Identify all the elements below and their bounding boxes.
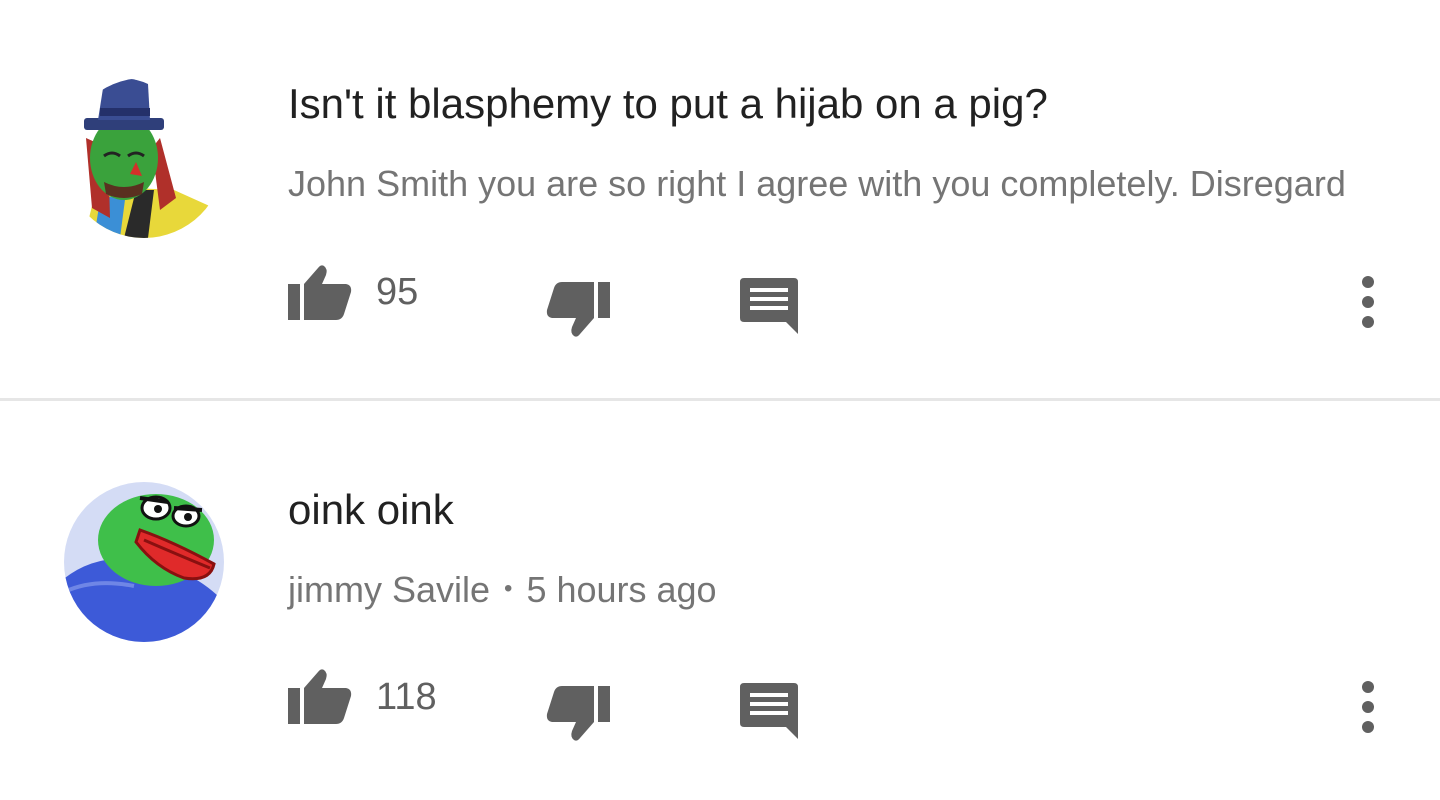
thumbs-up-icon[interactable] [288,262,352,320]
thumbs-down-icon[interactable] [546,686,610,744]
comment-meta-text: John Smith you are so right I agree with… [288,163,1346,204]
timestamp: 5 hours ago [526,569,717,610]
comment-meta: jimmy Savile • 5 hours ago [288,567,717,612]
comment-item: oink oink jimmy Savile • 5 hours ago 118 [0,401,1440,800]
meta-separator: • [504,575,513,602]
comment-item: Isn't it blasphemy to put a hijab on a p… [0,0,1440,399]
top-hat-clown-avatar-icon[interactable] [64,78,224,238]
green-frog-avatar-icon[interactable] [64,482,224,642]
comment-text: oink oink [288,486,454,533]
thumbs-up-icon[interactable] [288,666,352,724]
comment-bubble-icon[interactable] [740,683,798,739]
comment-text: Isn't it blasphemy to put a hijab on a p… [288,80,1048,127]
author-name[interactable]: jimmy Savile [288,569,490,610]
like-count: 95 [376,271,419,313]
thumbs-down-icon[interactable] [546,282,610,340]
comment-meta: John Smith you are so right I agree with… [288,162,1346,206]
comment-bubble-icon[interactable] [740,278,798,334]
more-vertical-icon[interactable] [1350,274,1386,330]
like-count: 118 [376,676,437,718]
more-vertical-icon[interactable] [1350,679,1386,735]
